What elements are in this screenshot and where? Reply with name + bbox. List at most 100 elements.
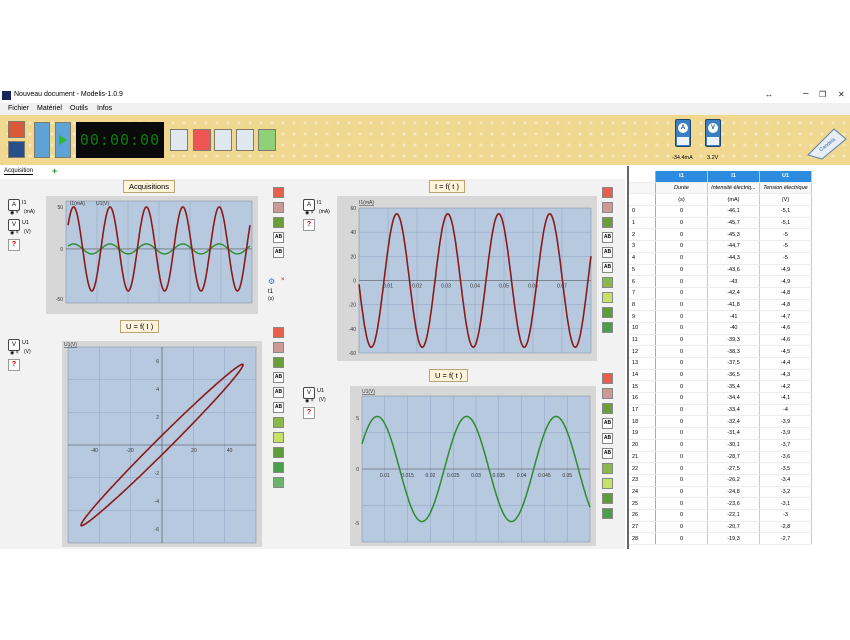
row-index[interactable]: 24	[629, 486, 656, 499]
ammeter-sensor-icon[interactable]: A	[675, 119, 691, 147]
row-index[interactable]: 2	[629, 228, 656, 242]
table-cell[interactable]: 0	[655, 334, 708, 347]
table-cell[interactable]: -4	[759, 404, 812, 417]
table-cell[interactable]: -5,1	[759, 205, 812, 218]
minimize-button[interactable]: –	[803, 88, 809, 99]
zoom-tool-icon[interactable]	[273, 187, 284, 198]
table-cell[interactable]: -3,4	[759, 474, 812, 487]
row-index[interactable]: 11	[629, 334, 656, 347]
table-cell[interactable]: -19,3	[707, 532, 760, 545]
line-tool-icon[interactable]	[602, 277, 613, 288]
help-icon[interactable]: ?	[303, 219, 315, 231]
table-cell[interactable]: -30,1	[707, 439, 760, 452]
row-index[interactable]: 9	[629, 310, 656, 323]
table-cell[interactable]: 0	[655, 427, 708, 440]
table-cell[interactable]: -4,8	[759, 299, 812, 312]
row-index[interactable]: 0	[629, 205, 656, 218]
row-index[interactable]: 20	[629, 439, 656, 452]
row-index[interactable]: 25	[629, 497, 656, 510]
table-cell[interactable]: -32,4	[707, 415, 760, 429]
table-cell[interactable]: -3,5	[759, 462, 812, 475]
table-row[interactable]: 4 0 -44,3 -5	[629, 252, 812, 265]
table-row[interactable]: 11 0 -39,3 -4,6	[629, 334, 812, 347]
column-header[interactable]: t1	[655, 171, 708, 183]
row-index[interactable]: 14	[629, 369, 656, 382]
voltmeter-sensor-icon[interactable]: V	[705, 119, 721, 147]
table-cell[interactable]: -31,4	[707, 427, 760, 440]
table-row[interactable]: 16 0 -34,4 -4,1	[629, 392, 812, 405]
row-index[interactable]: 10	[629, 322, 656, 335]
table-row[interactable]: 15 0 -35,4 -4,2	[629, 380, 812, 394]
table-cell[interactable]: 0	[655, 275, 708, 288]
graph-icon[interactable]	[258, 129, 276, 151]
table-cell[interactable]: -36,5	[707, 369, 760, 382]
table-cell[interactable]: -4,2	[759, 380, 812, 394]
model-edit-icon[interactable]	[236, 129, 254, 151]
table-row[interactable]: 20 0 -30,1 -3,7	[629, 439, 812, 452]
table-row[interactable]: 14 0 -36,5 -4,3	[629, 369, 812, 382]
table-cell[interactable]: -24,8	[707, 486, 760, 499]
line-tool-icon[interactable]	[602, 463, 613, 474]
row-index[interactable]: 16	[629, 392, 656, 405]
table-cell[interactable]: -3,9	[759, 415, 812, 429]
row-index[interactable]: 5	[629, 264, 656, 277]
table-cell[interactable]: -5	[759, 228, 812, 242]
table-cell[interactable]: -28,7	[707, 451, 760, 464]
table-cell[interactable]: 0	[655, 228, 708, 242]
table-cell[interactable]: 0	[655, 532, 708, 545]
table-cell[interactable]: -40	[707, 322, 760, 335]
row-index[interactable]: 23	[629, 474, 656, 487]
table-row[interactable]: 7 0 -42,4 -4,8	[629, 287, 812, 300]
row-index[interactable]: 15	[629, 380, 656, 394]
table-cell[interactable]: 0	[655, 509, 708, 522]
table-cell[interactable]: -4,9	[759, 264, 812, 277]
cursor-tool-icon[interactable]	[170, 129, 188, 151]
menu-fichier[interactable]: Fichier	[8, 105, 29, 112]
table-cell[interactable]: -4,8	[759, 287, 812, 300]
table-cell[interactable]: -3	[759, 509, 812, 522]
ab-tool-icon[interactable]: AB	[602, 448, 613, 459]
table-cell[interactable]: 0	[655, 287, 708, 300]
table-cell[interactable]: -41,8	[707, 299, 760, 312]
table-row[interactable]: 3 0 -44,7 -5	[629, 240, 812, 253]
row-index[interactable]: 4	[629, 252, 656, 265]
table-row[interactable]: 17 0 -33,4 -4	[629, 404, 812, 417]
row-index[interactable]: 3	[629, 240, 656, 253]
table-cell[interactable]: -4,1	[759, 392, 812, 405]
table-cell[interactable]: -5	[759, 252, 812, 265]
plot-u-vs-i[interactable]: 6 4 2 -2 -4 -6 -40 -20 20 40 U1(V)	[62, 341, 262, 547]
tangent-tool-icon[interactable]	[602, 403, 613, 414]
ab-tool-icon[interactable]: AB	[273, 247, 284, 258]
table-cell[interactable]: 0	[655, 357, 708, 370]
plot-u-vs-t[interactable]: 5 0 -5 0.01 0.015 0.02 0.025 0.03 0.035 0.04 0.045…	[350, 386, 596, 546]
table-cell[interactable]: -4,7	[759, 310, 812, 323]
ab-tool-icon[interactable]: AB	[602, 232, 613, 243]
close-button[interactable]: ✕	[838, 90, 845, 99]
table-cell[interactable]: 0	[655, 322, 708, 335]
menu-materiel[interactable]: Matériel	[37, 105, 62, 112]
row-index[interactable]: 28	[629, 532, 656, 545]
table-cell[interactable]: -44,7	[707, 240, 760, 253]
table-row[interactable]: 13 0 -37,5 -4,4	[629, 357, 812, 370]
table-cell[interactable]: -2,8	[759, 521, 812, 534]
table-row[interactable]: 5 0 -43,6 -4,9	[629, 264, 812, 277]
table-cell[interactable]: -45,3	[707, 228, 760, 242]
table-cell[interactable]: -3,7	[759, 439, 812, 452]
table-cell[interactable]: -45,7	[707, 217, 760, 230]
zoom-tool-icon[interactable]	[602, 187, 613, 198]
table-cell[interactable]: -4,9	[759, 275, 812, 288]
marker-tool-icon[interactable]	[273, 432, 284, 443]
restore-button[interactable]: ↔	[765, 90, 773, 99]
plot-acquisitions[interactable]: 50 0 -50 I1(mA) U1(V)	[46, 196, 258, 314]
row-index[interactable]: 7	[629, 287, 656, 300]
open-folder-icon[interactable]	[8, 121, 25, 138]
magnifier-tool-icon[interactable]	[273, 447, 284, 458]
table-row[interactable]: 22 0 -27,5 -3,5	[629, 462, 812, 475]
ab-tool-icon[interactable]: AB	[273, 372, 284, 383]
row-index[interactable]: 19	[629, 427, 656, 440]
row-index[interactable]: 26	[629, 509, 656, 522]
table-row[interactable]: 2 0 -45,3 -5	[629, 228, 812, 242]
table-cell[interactable]: -46,1	[707, 205, 760, 218]
save-icon[interactable]	[8, 141, 25, 158]
play-button[interactable]	[55, 122, 71, 158]
